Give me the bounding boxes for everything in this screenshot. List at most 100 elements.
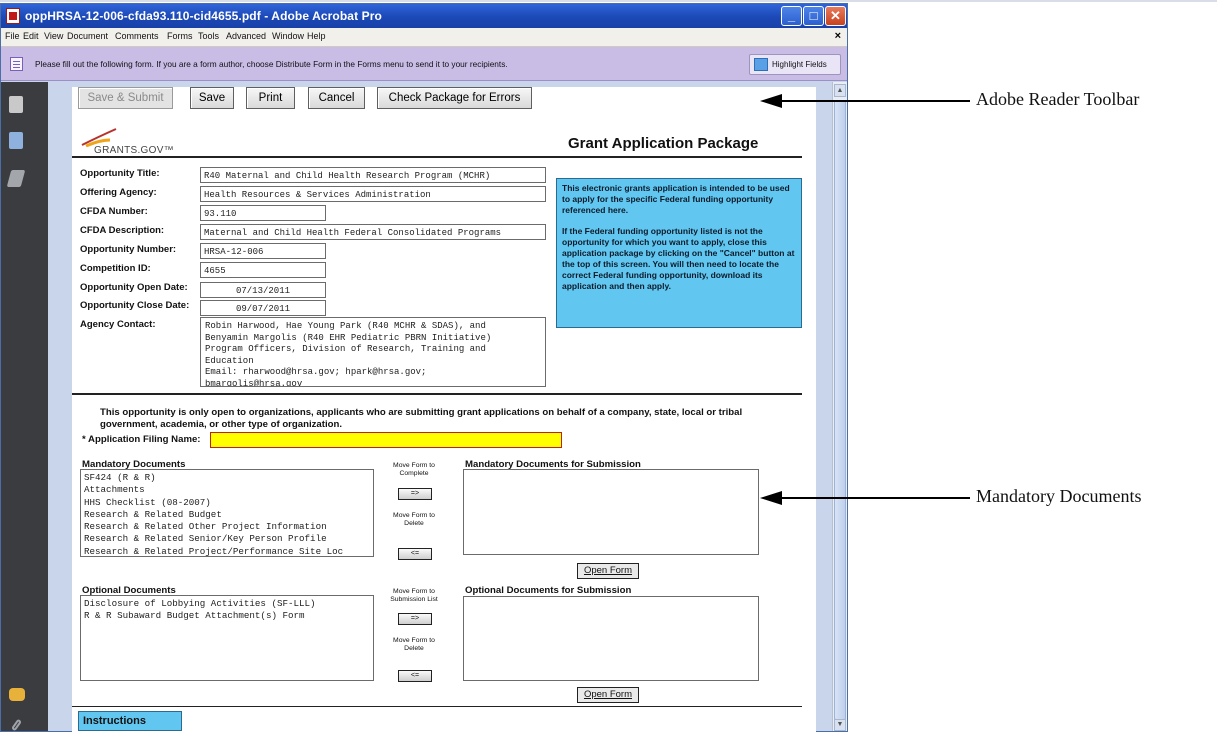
list-item[interactable]: Research & Related Other Project Informa… xyxy=(84,521,370,533)
vertical-scrollbar[interactable]: ▲ ▼ xyxy=(832,82,847,731)
divider xyxy=(72,706,802,707)
move-to-complete-button[interactable]: => xyxy=(398,488,432,500)
optional-submission-title: Optional Documents for Submission xyxy=(465,585,632,596)
pdf-page: Save & Submit Save Print Cancel Check Pa… xyxy=(72,87,816,732)
competition-id-field[interactable]: 4655 xyxy=(200,262,326,278)
open-form-button[interactable]: Open Form xyxy=(577,687,639,703)
info-paragraph-2: If the Federal funding opportunity liste… xyxy=(562,226,795,291)
close-date-field[interactable]: 09/07/2011 xyxy=(200,300,326,316)
cfda-description-field[interactable]: Maternal and Child Health Federal Consol… xyxy=(200,224,546,240)
menu-window[interactable]: Window xyxy=(272,31,304,41)
highlight-fields-button[interactable]: Highlight Fields xyxy=(749,54,841,75)
offering-agency-field[interactable]: Health Resources & Services Administrati… xyxy=(200,186,546,202)
document-close-icon[interactable]: × xyxy=(835,30,841,42)
navigation-pane xyxy=(1,82,48,731)
move-submission-label: Move Form to Submission List xyxy=(390,588,438,603)
menu-help[interactable]: Help xyxy=(307,31,326,41)
open-date-label: Opportunity Open Date: xyxy=(80,282,188,293)
pages-icon[interactable] xyxy=(9,96,23,113)
signature-icon[interactable] xyxy=(6,170,26,187)
filing-name-label: * Application Filing Name: xyxy=(82,434,201,445)
contact-line: Robin Harwood, Hae Young Park (R40 MCHR … xyxy=(205,321,486,331)
menu-forms[interactable]: Forms xyxy=(167,31,193,41)
contact-line: Email: rharwood@hrsa.gov; hpark@hrsa.gov… xyxy=(205,367,427,377)
save-submit-button[interactable]: Save & Submit xyxy=(78,87,173,109)
bookmarks-icon[interactable] xyxy=(9,132,23,149)
toolbar-annotation: Adobe Reader Toolbar xyxy=(976,89,1140,109)
move-delete-label: Move Form to Delete xyxy=(393,512,435,527)
check-package-button[interactable]: Check Package for Errors xyxy=(377,87,532,109)
attachment-icon[interactable] xyxy=(11,718,22,731)
opportunity-number-label: Opportunity Number: xyxy=(80,244,177,255)
save-button[interactable]: Save xyxy=(190,87,234,109)
open-form-button[interactable]: Open Form xyxy=(577,563,639,579)
page-title: Grant Application Package xyxy=(568,135,759,152)
menu-comments[interactable]: Comments xyxy=(115,31,159,41)
highlight-fields-icon xyxy=(754,58,768,71)
list-item[interactable]: SF424 (R & R) xyxy=(84,472,370,484)
optional-submission-list[interactable] xyxy=(463,596,759,681)
form-icon xyxy=(10,57,23,71)
move-to-submission-button[interactable]: => xyxy=(398,613,432,625)
mandatory-arrow-line xyxy=(780,497,970,499)
cfda-number-field[interactable]: 93.110 xyxy=(200,205,326,221)
comment-icon[interactable] xyxy=(9,688,25,701)
form-message: Please fill out the following form. If y… xyxy=(35,59,508,69)
scroll-up-icon[interactable]: ▲ xyxy=(834,84,846,97)
logo-swoosh-icon xyxy=(81,128,117,147)
list-item[interactable]: HHS Checklist (08-2007) xyxy=(84,497,370,509)
grants-gov-logo: GRANTS.GOV™ xyxy=(80,119,200,159)
opportunity-title-label: Opportunity Title: xyxy=(80,168,160,179)
agency-contact-label: Agency Contact: xyxy=(80,319,156,330)
move-complete-label: Move Form to Complete xyxy=(393,462,435,477)
contact-line: bmargolis@hrsa.gov xyxy=(205,378,303,387)
eligibility-notice: This opportunity is only open to organiz… xyxy=(100,407,743,430)
filing-name-input[interactable] xyxy=(210,432,562,448)
divider xyxy=(72,156,802,158)
pdf-icon xyxy=(6,8,20,24)
highlight-fields-label: Highlight Fields xyxy=(772,60,827,69)
menu-file[interactable]: File xyxy=(5,31,20,41)
minimize-button[interactable]: _ xyxy=(781,6,802,26)
close-date-label: Opportunity Close Date: xyxy=(80,300,190,311)
menu-edit[interactable]: Edit xyxy=(23,31,39,41)
list-item[interactable]: Research & Related Project/Performance S… xyxy=(84,546,370,556)
toolbar-arrow-line xyxy=(780,100,970,102)
menu-tools[interactable]: Tools xyxy=(198,31,219,41)
competition-id-label: Competition ID: xyxy=(80,263,151,274)
open-date-field[interactable]: 07/13/2011 xyxy=(200,282,326,298)
maximize-button[interactable]: □ xyxy=(803,6,824,26)
instructions-tab[interactable]: Instructions xyxy=(78,711,182,731)
list-item[interactable]: R & R Subaward Budget Attachment(s) Form xyxy=(84,610,370,622)
top-border xyxy=(0,0,1217,2)
window-title: oppHRSA-12-006-cfda93.110-cid4655.pdf - … xyxy=(25,9,382,23)
optional-documents-list[interactable]: Disclosure of Lobbying Activities (SF-LL… xyxy=(80,595,374,681)
move-to-delete-button[interactable]: <= xyxy=(398,670,432,682)
close-button[interactable]: ✕ xyxy=(825,6,846,26)
list-item[interactable]: Disclosure of Lobbying Activities (SF-LL… xyxy=(84,598,370,610)
scroll-thumb[interactable] xyxy=(834,100,846,720)
print-button[interactable]: Print xyxy=(246,87,295,109)
list-item[interactable]: Attachments xyxy=(84,484,370,496)
divider xyxy=(72,393,802,395)
cancel-button[interactable]: Cancel xyxy=(308,87,365,109)
menu-advanced[interactable]: Advanced xyxy=(226,31,266,41)
list-item[interactable]: Research & Related Budget xyxy=(84,509,370,521)
mandatory-documents-list[interactable]: SF424 (R & R) Attachments HHS Checklist … xyxy=(80,469,374,557)
offering-agency-label: Offering Agency: xyxy=(80,187,157,198)
cfda-description-label: CFDA Description: xyxy=(80,225,165,236)
agency-contact-field[interactable]: Robin Harwood, Hae Young Park (R40 MCHR … xyxy=(200,317,546,387)
mandatory-arrow-head xyxy=(760,491,782,505)
list-item[interactable]: Research & Related Senior/Key Person Pro… xyxy=(84,533,370,545)
opportunity-title-field[interactable]: R40 Maternal and Child Health Research P… xyxy=(200,167,546,183)
info-box: This electronic grants application is in… xyxy=(556,178,802,328)
info-paragraph-1: This electronic grants application is in… xyxy=(562,183,790,215)
scroll-down-icon[interactable]: ▼ xyxy=(834,719,846,731)
mandatory-submission-list[interactable] xyxy=(463,469,759,555)
menu-document[interactable]: Document xyxy=(67,31,108,41)
toolbar-arrow-head xyxy=(760,94,782,108)
mandatory-annotation: Mandatory Documents xyxy=(976,486,1142,506)
menu-view[interactable]: View xyxy=(44,31,63,41)
opportunity-number-field[interactable]: HRSA-12-006 xyxy=(200,243,326,259)
move-to-delete-button[interactable]: <= xyxy=(398,548,432,560)
